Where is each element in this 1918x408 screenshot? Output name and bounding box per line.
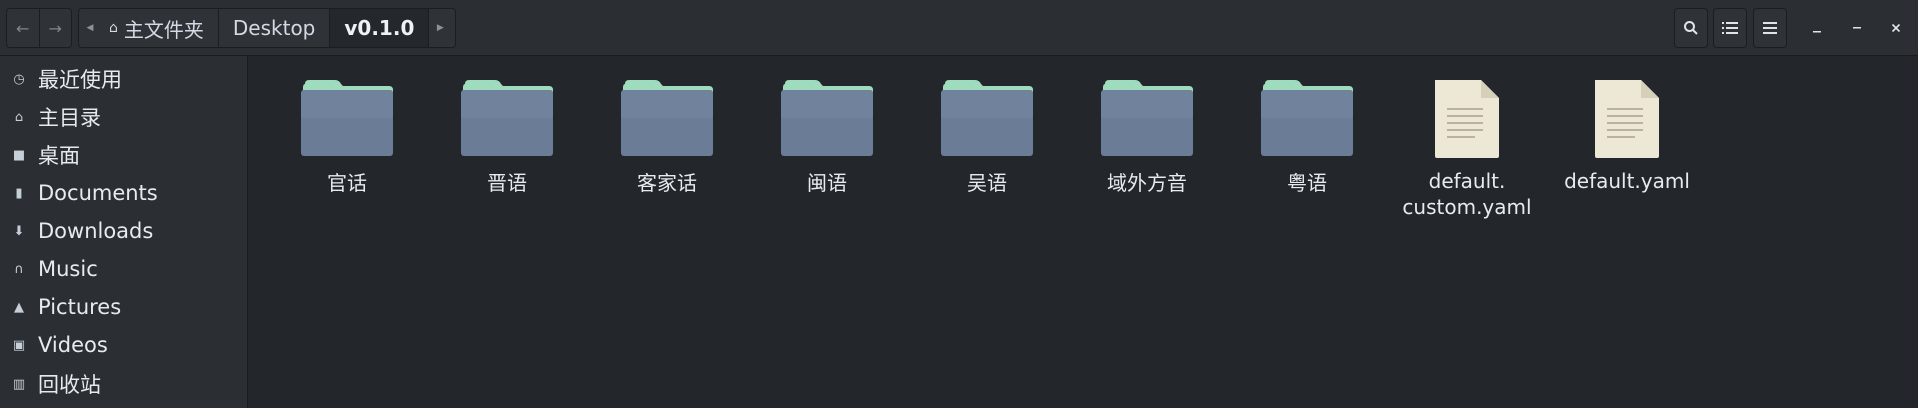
list-view-button[interactable]: [1713, 8, 1747, 48]
sidebar-item-documents[interactable]: ▮ Documents: [0, 174, 247, 212]
sidebar-item-label: Videos: [38, 333, 108, 357]
forward-button[interactable]: →: [38, 9, 72, 47]
sidebar-item-label: Pictures: [38, 295, 122, 319]
close-button[interactable]: [1880, 12, 1912, 44]
sidebar-item-trash[interactable]: ▥ 回收站: [0, 365, 247, 403]
breadcrumb-label: 主文件夹: [123, 17, 204, 42]
back-button[interactable]: ←: [7, 9, 39, 47]
clock-icon: ◷: [13, 71, 25, 87]
folder-icon: [779, 76, 875, 162]
folder-icon: [459, 76, 555, 162]
folder-icon: [299, 76, 395, 162]
folder-icon: [1259, 76, 1355, 162]
triangle-right-icon: ▶: [436, 23, 444, 33]
file-manager-window: ← → ◀ ⌂ 主文件夹 Desktop v0.1.0 ▶ ◷ 最近使用 ⌂ 主…: [0, 0, 1918, 408]
path-scroll-left-button[interactable]: ◀: [79, 9, 101, 47]
sidebar-item-videos[interactable]: ▣ Videos: [0, 326, 247, 364]
sidebar-item-home[interactable]: ⌂ 主目录: [0, 98, 247, 136]
search-icon: [1684, 21, 1698, 35]
navigation-buttons: ← →: [6, 8, 72, 48]
menu-icon: [1763, 22, 1777, 34]
folder-icon: [619, 76, 715, 162]
document-icon: ▮: [15, 185, 23, 201]
file-item[interactable]: default. custom.yaml: [1397, 78, 1537, 220]
breadcrumb-label: Desktop: [232, 16, 316, 40]
sidebar-item-pictures[interactable]: ▲ Pictures: [0, 288, 247, 326]
minimize-button[interactable]: [1801, 12, 1833, 44]
breadcrumb-current[interactable]: v0.1.0: [329, 9, 429, 47]
folder-item[interactable]: 吴语: [917, 76, 1057, 196]
menu-button[interactable]: [1753, 8, 1787, 48]
sidebar-item-downloads[interactable]: ⬇ Downloads: [0, 212, 247, 250]
headphones-icon: ∩: [14, 261, 24, 277]
sidebar-item-recent[interactable]: ◷ 最近使用: [0, 60, 247, 98]
folder-icon: [939, 76, 1035, 162]
item-label: default.yaml: [1564, 169, 1690, 193]
desktop-icon: ■: [12, 147, 26, 163]
item-label: 晋语: [487, 171, 527, 195]
item-label: 客家话: [637, 171, 697, 195]
folder-item[interactable]: 官话: [277, 76, 417, 196]
breadcrumb-home[interactable]: ⌂ 主文件夹: [101, 9, 218, 47]
path-scroll-right-button[interactable]: ▶: [428, 9, 451, 47]
item-label: 官话: [327, 171, 367, 195]
folder-item[interactable]: 客家话: [597, 76, 737, 196]
arrow-left-icon: ←: [16, 18, 30, 38]
folder-item[interactable]: 粤语: [1237, 76, 1377, 196]
trash-icon: ▥: [12, 376, 26, 392]
sidebar-item-label: 桌面: [38, 144, 80, 168]
sidebar-item-label: 主目录: [38, 106, 101, 130]
sidebar-item-label: Documents: [38, 181, 158, 205]
minimize-icon: [1813, 31, 1821, 33]
folder-icon: [1099, 76, 1195, 162]
sidebar-item-label: Downloads: [38, 219, 154, 243]
sidebar-item-music[interactable]: ∩ Music: [0, 250, 247, 288]
close-icon: [1891, 23, 1901, 33]
sidebar-item-label: Music: [38, 257, 98, 281]
header-bar: ← → ◀ ⌂ 主文件夹 Desktop v0.1.0 ▶: [0, 0, 1918, 56]
arrow-right-icon: →: [48, 18, 62, 38]
maximize-button[interactable]: [1841, 12, 1873, 44]
sidebar-item-desktop[interactable]: ■ 桌面: [0, 136, 247, 174]
search-button[interactable]: [1674, 8, 1708, 48]
list-view-icon: [1722, 22, 1738, 34]
path-bar: ◀ ⌂ 主文件夹 Desktop v0.1.0 ▶: [78, 8, 456, 48]
folder-item[interactable]: 晋语: [437, 76, 577, 196]
text-file-icon: [1579, 78, 1675, 160]
file-item[interactable]: default.yaml: [1557, 78, 1697, 194]
download-icon: ⬇: [13, 223, 25, 239]
breadcrumb-label: v0.1.0: [344, 16, 415, 40]
item-label: 吴语: [967, 171, 1007, 195]
sidebar: ◷ 最近使用 ⌂ 主目录 ■ 桌面 ▮ Documents ⬇ Download…: [0, 56, 248, 408]
item-label: default. custom.yaml: [1402, 169, 1532, 219]
folder-item[interactable]: 域外方音: [1077, 76, 1217, 196]
triangle-left-icon: ◀: [86, 23, 94, 33]
sidebar-item-label: 回收站: [38, 373, 101, 397]
file-view: 官话 晋语 客家话 闽语 吴语 域外方音 粤语 default. custom.…: [248, 56, 1918, 408]
text-file-icon: [1419, 78, 1515, 160]
video-camera-icon: ▣: [12, 337, 26, 353]
home-icon: ⌂: [14, 109, 24, 125]
folder-item[interactable]: 闽语: [757, 76, 897, 196]
maximize-icon: [1853, 27, 1861, 29]
item-label: 闽语: [807, 171, 847, 195]
sidebar-item-label: 最近使用: [38, 68, 122, 92]
home-icon: ⌂: [109, 20, 118, 36]
breadcrumb-desktop[interactable]: Desktop: [217, 9, 329, 47]
item-label: 域外方音: [1107, 171, 1187, 195]
picture-icon: ▲: [14, 299, 24, 315]
item-label: 粤语: [1287, 171, 1327, 195]
